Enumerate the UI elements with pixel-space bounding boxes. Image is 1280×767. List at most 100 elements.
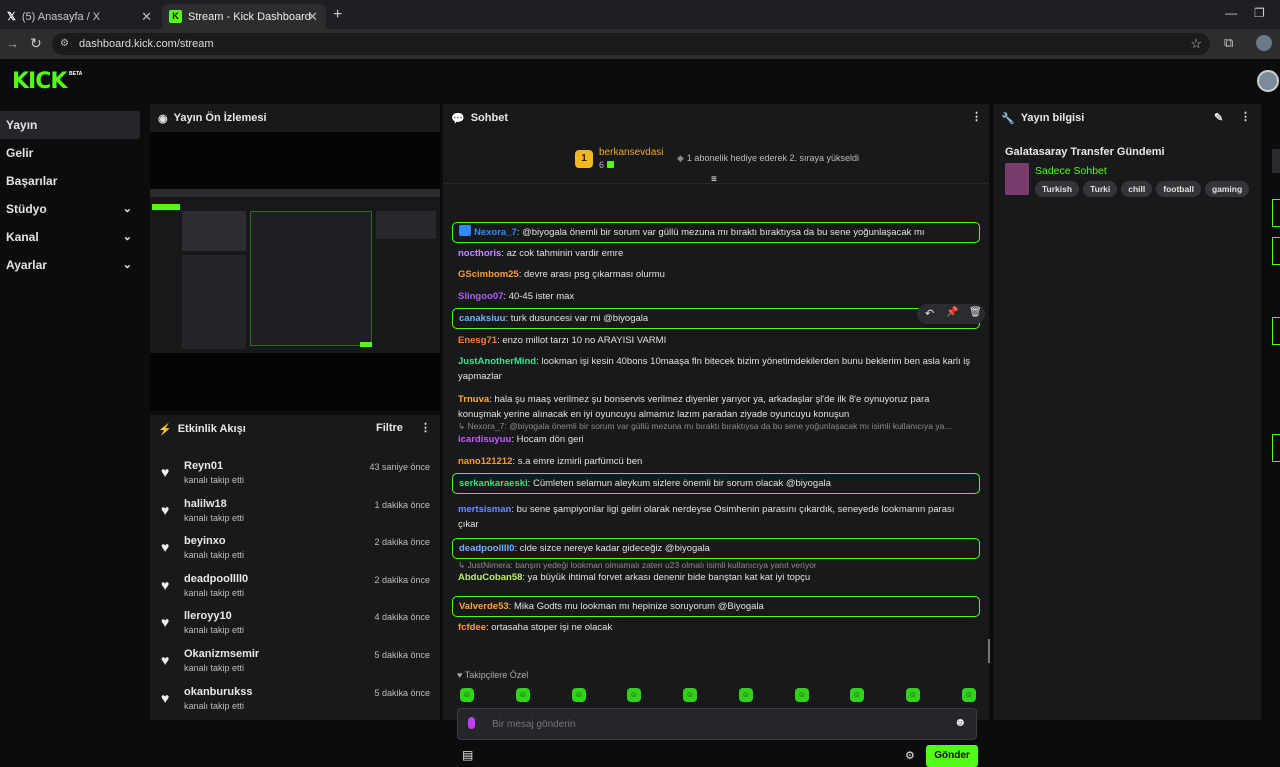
- expand-chevron-icon[interactable]: ≡: [711, 174, 717, 185]
- activity-event[interactable]: ♥ Okanizmsemir kanalı takip etti 5 dakika ö…: [150, 644, 440, 681]
- emote-icon[interactable]: ☺: [683, 688, 697, 702]
- user-avatar[interactable]: [1257, 70, 1279, 92]
- chat-scrollbar[interactable]: [988, 639, 990, 663]
- stream-tag[interactable]: chill: [1121, 181, 1153, 197]
- chat-input[interactable]: [492, 715, 932, 733]
- chat-username[interactable]: deadpoollll0: [459, 543, 514, 554]
- chat-username[interactable]: Valverde53: [459, 601, 509, 612]
- emote-icon[interactable]: ☺: [572, 688, 586, 702]
- site-info-icon[interactable]: ⚙: [60, 33, 69, 55]
- sidebar-item-gelir[interactable]: Gelir: [0, 139, 140, 167]
- emote-icon[interactable]: ☺: [739, 688, 753, 702]
- stream-tag[interactable]: Turki: [1083, 181, 1118, 197]
- chat-message[interactable]: Slingoo07: 40-45 ister max: [452, 287, 980, 306]
- emoji-icon[interactable]: ☻: [954, 715, 967, 729]
- chat-message[interactable]: deadpoollll0: clde sizce nereye kadar gi…: [452, 538, 980, 559]
- emote-icon[interactable]: ☺: [850, 688, 864, 702]
- side-widget[interactable]: [1272, 237, 1280, 265]
- event-username[interactable]: Okanizmsemir: [184, 648, 259, 660]
- extensions-icon[interactable]: ⧉: [1224, 35, 1233, 51]
- stream-tag[interactable]: football: [1156, 181, 1201, 197]
- chat-message[interactable]: Trnuva: hala şu maaş verilmez şu bonserv…: [452, 390, 980, 424]
- event-username[interactable]: halilw18: [184, 498, 227, 510]
- side-widget[interactable]: [1272, 434, 1280, 462]
- minimize-icon[interactable]: —: [1225, 6, 1237, 20]
- chat-message[interactable]: AbduCoban58: ya büyük ihtimal forvet ark…: [452, 568, 980, 587]
- chat-username[interactable]: JustAnotherMind: [458, 356, 536, 367]
- chat-username[interactable]: canaksiuu: [459, 313, 505, 324]
- stream-tag[interactable]: gaming: [1204, 181, 1250, 197]
- send-button[interactable]: Gönder: [926, 745, 978, 767]
- sidebar-item-studyo[interactable]: Stüdyo ⌄: [0, 195, 140, 223]
- microphone-icon[interactable]: [468, 717, 475, 729]
- filter-button[interactable]: Filtre: [376, 422, 403, 434]
- store-icon[interactable]: ▤: [462, 748, 473, 762]
- forward-icon[interactable]: →: [6, 36, 19, 51]
- chat-username[interactable]: fcfdee: [458, 622, 486, 633]
- chat-message[interactable]: serkankaraeski: Cümleten selamun aleykum…: [452, 473, 980, 494]
- delete-icon[interactable]: 🗑: [969, 307, 982, 318]
- chat-username[interactable]: Nexora_7: [474, 227, 517, 238]
- activity-event[interactable]: ♥ Reyn01 kanalı takip etti 43 saniye önce: [150, 456, 440, 493]
- event-username[interactable]: beyinxo: [184, 535, 226, 547]
- sidebar-item-yayin[interactable]: Yayın: [0, 111, 140, 139]
- kick-logo[interactable]: KICK: [12, 69, 67, 94]
- close-tab-icon[interactable]: ✕: [141, 9, 152, 25]
- chat-username[interactable]: Enesg71: [458, 335, 497, 346]
- browser-tab-x[interactable]: 𝕏 (5) Anasayfa / X ✕: [0, 4, 160, 29]
- chat-username[interactable]: nano121212: [458, 456, 512, 467]
- activity-event[interactable]: ♥ lleroyy10 kanalı takip etti 4 dakika önce: [150, 606, 440, 643]
- emote-icon[interactable]: ☺: [627, 688, 641, 702]
- side-widget[interactable]: [1272, 199, 1280, 227]
- chat-message[interactable]: icardisuyuu: Hocam dön geri: [452, 430, 980, 449]
- chat-username[interactable]: GScimbom25: [458, 269, 519, 280]
- stream-tag[interactable]: Turkish: [1035, 181, 1080, 197]
- close-tab-icon[interactable]: ✕: [307, 9, 318, 25]
- new-tab-icon[interactable]: +: [333, 6, 342, 24]
- profile-icon[interactable]: [1256, 35, 1272, 51]
- emote-icon[interactable]: ☺: [460, 688, 474, 702]
- sidebar-item-kanal[interactable]: Kanal ⌄: [0, 223, 140, 251]
- emote-icon[interactable]: ☺: [906, 688, 920, 702]
- gift-leaderboard-banner[interactable]: 1 berkansevdasi 6 ◆ 1 abonelik hediye ede…: [443, 134, 989, 185]
- chat-username[interactable]: icardisuyuu: [458, 434, 511, 445]
- chat-username[interactable]: AbduCoban58: [458, 572, 522, 583]
- chat-message[interactable]: mertsisman: bu sene şampiyonlar ligi gel…: [452, 500, 980, 534]
- chat-username[interactable]: Slingoo07: [458, 291, 503, 302]
- event-username[interactable]: okanburukss: [184, 686, 252, 698]
- more-options-icon[interactable]: ⋮: [971, 110, 982, 123]
- emote-icon[interactable]: ☺: [795, 688, 809, 702]
- chat-message[interactable]: canaksiuu: turk dusuncesi var mi @biyoga…: [452, 308, 980, 329]
- chat-message[interactable]: fcfdee: ortasaha stoper işi ne olacak: [452, 618, 980, 637]
- url-input[interactable]: ⚙ dashboard.kick.com/stream ☆: [52, 33, 1210, 55]
- event-username[interactable]: Reyn01: [184, 460, 223, 472]
- chat-username[interactable]: Trnuva: [458, 394, 489, 405]
- activity-event[interactable]: ♥ halilw18 kanalı takip etti 1 dakika önce: [150, 494, 440, 531]
- chat-message[interactable]: nano121212: s.a emre izmirli parfümcü be…: [452, 452, 980, 471]
- settings-gear-icon[interactable]: ⚙: [905, 749, 915, 762]
- bookmark-star-icon[interactable]: ☆: [1190, 33, 1202, 55]
- side-widget[interactable]: [1272, 317, 1280, 345]
- chat-username[interactable]: mertsisman: [458, 504, 511, 515]
- chat-message[interactable]: Enesg71: enzo millot tarzı 10 no ARAYISI…: [452, 331, 980, 350]
- chat-message[interactable]: Nexora_7: @biyogala önemli bir sorum var…: [452, 222, 980, 243]
- event-username[interactable]: deadpoollll0: [184, 573, 248, 585]
- chat-message[interactable]: nocthoris: az cok tahminin vardir emre: [452, 244, 980, 263]
- chat-message[interactable]: JustAnotherMind: lookman işi kesin 40bon…: [452, 352, 980, 386]
- browser-tab-kick[interactable]: K Stream - Kick Dashboard ✕: [162, 4, 326, 29]
- more-options-icon[interactable]: ⋮: [420, 421, 431, 434]
- emote-icon[interactable]: ☺: [516, 688, 530, 702]
- more-options-icon[interactable]: ⋮: [1240, 110, 1251, 123]
- restore-icon[interactable]: ❐: [1254, 6, 1265, 20]
- chat-message[interactable]: GScimbom25: devre arası psg çıkarması ol…: [452, 265, 980, 284]
- event-username[interactable]: lleroyy10: [184, 610, 232, 622]
- category-thumbnail[interactable]: [1005, 163, 1029, 195]
- chat-message[interactable]: Valverde53: Mika Godts mu lookman mı hep…: [452, 596, 980, 617]
- sidebar-item-ayarlar[interactable]: Ayarlar ⌄: [0, 251, 140, 279]
- category-name[interactable]: Sadece Sohbet: [1035, 165, 1107, 177]
- pin-icon[interactable]: 📌: [946, 307, 958, 318]
- chat-input-box[interactable]: ☻: [457, 708, 977, 740]
- edit-icon[interactable]: ✎: [1214, 111, 1223, 124]
- chat-username[interactable]: serkankaraeski: [459, 478, 528, 489]
- sidebar-item-basarilar[interactable]: Başarılar: [0, 167, 140, 195]
